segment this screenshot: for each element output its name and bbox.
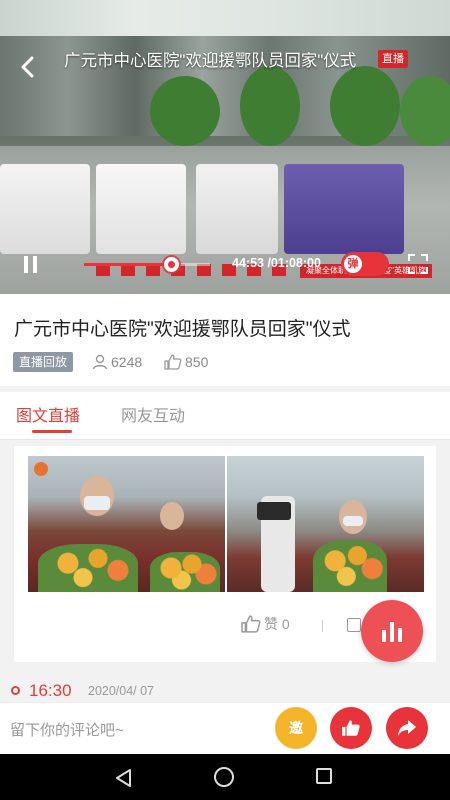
like-count-value: 850	[185, 354, 209, 370]
video-title: 广元市中心医院"欢迎援鄂队员回家"仪式	[64, 52, 357, 70]
tab-live-text[interactable]: 图文直播	[16, 402, 80, 426]
status-bar	[0, 0, 450, 36]
system-nav-bar	[0, 754, 450, 800]
invite-button[interactable]: 邀	[275, 707, 317, 749]
audio-bars-icon	[398, 628, 402, 642]
timeline-time: 16:30	[29, 681, 72, 700]
timeline-dot-icon	[11, 686, 20, 695]
video-crowd-white	[96, 164, 186, 254]
progress-thumb[interactable]	[163, 257, 179, 272]
fullscreen-button[interactable]	[408, 254, 428, 274]
active-tab-indicator	[32, 430, 72, 433]
camera-icon	[257, 502, 291, 520]
live-badge: 直播	[378, 50, 408, 68]
nav-recent-apps-icon[interactable]	[316, 768, 332, 784]
timeline-date: 2020/04/ 07	[88, 684, 155, 698]
video-tree	[150, 76, 220, 146]
comment-icon[interactable]	[347, 618, 361, 632]
thumbs-up-icon	[342, 720, 360, 736]
nav-home-icon[interactable]	[214, 767, 234, 787]
pause-icon	[24, 256, 28, 273]
post-photo[interactable]	[28, 456, 225, 592]
audio-bars-icon	[390, 622, 394, 642]
video-tree	[330, 66, 400, 146]
face-mask	[84, 496, 110, 510]
face-mask	[343, 516, 363, 526]
page-title: 广元市中心医院"欢迎援鄂队员回家"仪式	[14, 319, 351, 340]
back-button[interactable]	[8, 52, 48, 82]
live-stream-page: 凝聚全体职工 欢迎战"疫"英雄凯旋 广元市中心医院"欢迎援鄂队员回家"仪式 直播…	[0, 0, 450, 800]
playback-time: 44:53 /01:08:00	[232, 256, 321, 270]
nav-back-icon[interactable]	[114, 768, 134, 788]
timeline-entry: 16:30 2020/04/ 07	[0, 668, 450, 704]
video-tree	[240, 66, 300, 146]
channel-logo-icon	[34, 462, 48, 476]
person-face	[160, 502, 184, 530]
share-arrow-icon	[398, 720, 416, 736]
viewer-count: 6248	[92, 352, 142, 372]
flower-bouquet	[313, 540, 387, 592]
danmu-toggle[interactable]: 弹	[341, 252, 389, 276]
video-crowd-purple	[284, 164, 404, 254]
thumbs-up-icon	[164, 354, 182, 370]
video-crowd-white	[196, 164, 278, 254]
tab-netizen-interaction[interactable]: 网友互动	[121, 402, 185, 426]
divider	[322, 620, 323, 632]
pause-icon	[33, 256, 37, 273]
post-photo[interactable]	[227, 456, 424, 592]
audio-float-button[interactable]	[361, 600, 423, 662]
danmu-label: 弹	[344, 255, 362, 273]
back-arrow-icon	[21, 56, 34, 78]
broadcast-info: 广元市中心医院"欢迎援鄂队员回家"仪式 直播回放 6248 850	[0, 294, 450, 386]
card-like-label: 赞 0	[264, 616, 290, 632]
viewer-count-value: 6248	[111, 354, 143, 370]
progress-fill	[84, 263, 171, 266]
comment-bar: 留下你的评论吧~ 邀	[0, 702, 450, 754]
card-like-button[interactable]: 赞 0	[240, 614, 290, 634]
fullscreen-icon	[408, 254, 428, 274]
audio-bars-icon	[382, 630, 386, 642]
thumbs-up-icon	[241, 615, 261, 633]
comment-input[interactable]: 留下你的评论吧~	[10, 719, 124, 740]
replay-tag: 直播回放	[13, 352, 74, 372]
invite-label: 邀	[289, 720, 303, 736]
video-crowd-white	[0, 164, 90, 254]
content-tabs: 图文直播 网友互动	[0, 392, 450, 440]
flower-bouquet	[38, 544, 138, 592]
progress-bar[interactable]	[84, 257, 210, 272]
like-count[interactable]: 850	[164, 352, 208, 372]
like-button[interactable]	[330, 707, 372, 749]
pause-button[interactable]	[22, 256, 40, 274]
share-button[interactable]	[386, 707, 428, 749]
person-icon	[92, 354, 108, 370]
flower-bouquet	[150, 552, 220, 592]
video-controls: 44:53 /01:08:00 弹	[0, 244, 450, 284]
